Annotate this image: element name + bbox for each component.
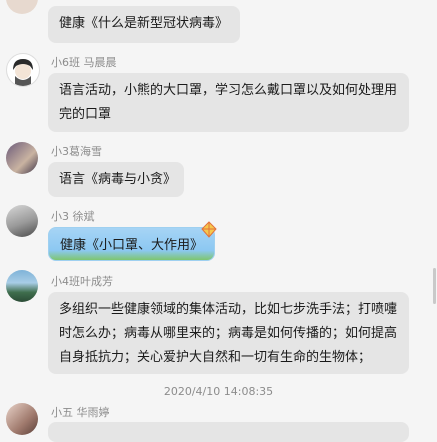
avatar[interactable] (6, 270, 38, 302)
message-bubble[interactable]: 语言活动，小熊的大口罩，学习怎么戴口罩以及如何处理用完的口罩 (48, 73, 409, 132)
message-bubble[interactable] (48, 422, 409, 442)
sender-name: 小五 华雨婷 (51, 406, 110, 419)
sender-name: 小6班 马晨晨 (51, 56, 117, 69)
sender-name: 小3 徐斌 (51, 210, 95, 223)
message-bubble[interactable]: 健康《小口罩、大作用》 (48, 227, 215, 261)
avatar[interactable] (6, 0, 38, 14)
message-bubble[interactable]: 语言《病毒与小贪》 (48, 162, 184, 197)
avatar[interactable] (6, 53, 40, 87)
sender-name: 小4班叶成芳 (51, 275, 113, 288)
message-bubble[interactable]: 健康《什么是新型冠状病毒》 (48, 6, 240, 43)
scrollbar-thumb[interactable] (433, 268, 436, 304)
message-timestamp: 2020/4/10 14:08:35 (163, 385, 274, 398)
avatar[interactable] (6, 403, 38, 435)
sender-name: 小3葛海雪 (51, 145, 102, 158)
kite-icon (200, 221, 218, 243)
message-bubble[interactable]: 多组织一些健康领域的集体活动，比如七步洗手法；打喷嚏时怎么办；病毒从哪里来的；病… (48, 292, 409, 374)
avatar-image (13, 59, 33, 86)
avatar[interactable] (6, 142, 38, 174)
avatar[interactable] (6, 205, 38, 237)
